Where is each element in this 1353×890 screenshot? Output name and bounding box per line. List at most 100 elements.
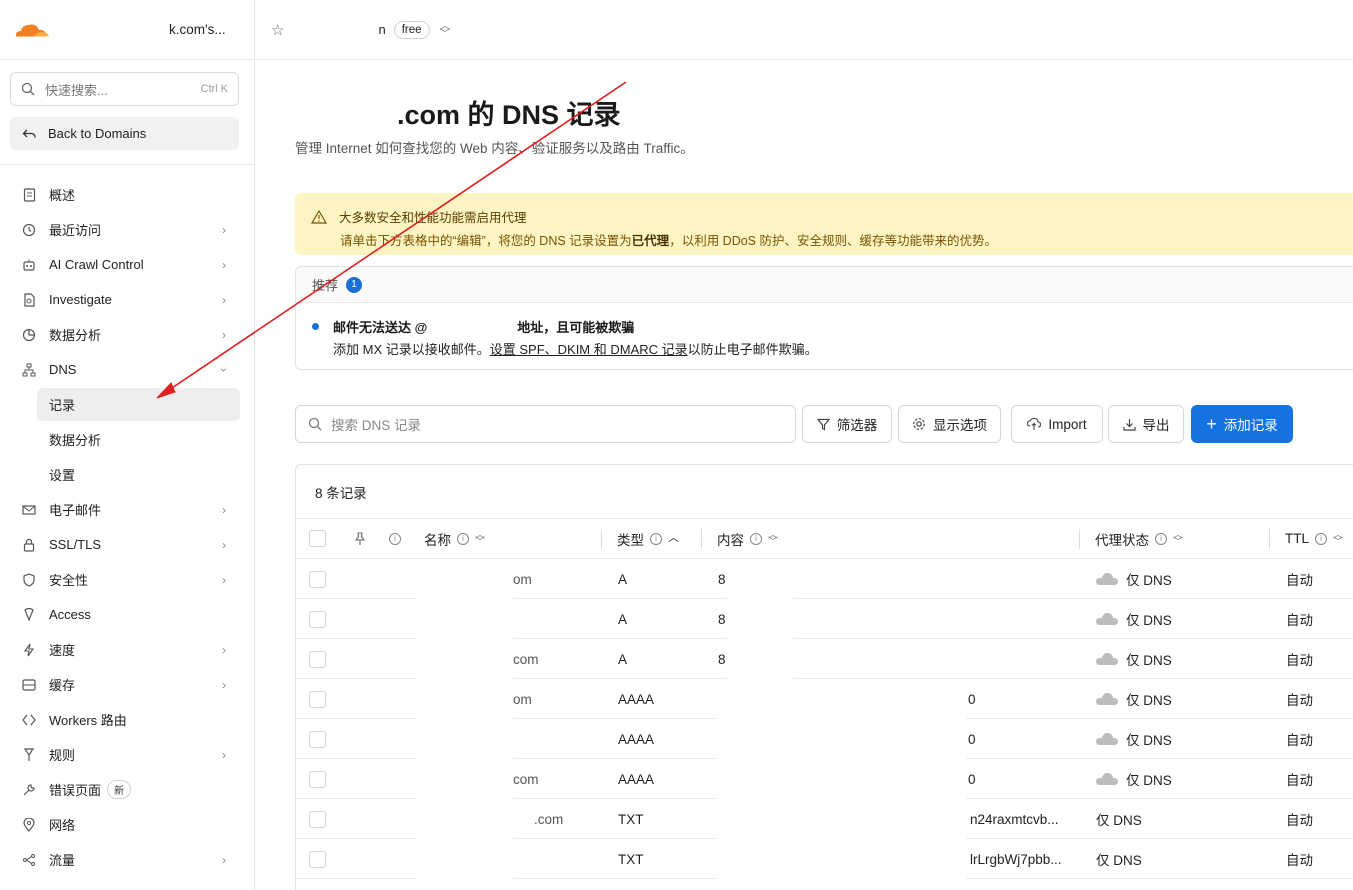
- column-header-ttl[interactable]: TTL i ︿ ﹀: [1285, 530, 1343, 547]
- page-subtitle: 管理 Internet 如何查找您的 Web 内容、验证服务以及路由 Traff…: [295, 141, 694, 156]
- sidebar-subitem-label: 设置: [49, 468, 76, 483]
- record-content[interactable]: 8: [718, 639, 726, 679]
- sidebar-item-label: DNS: [49, 362, 77, 377]
- recommendation-desc-text: 添加 MX 记录以接收邮件。: [333, 342, 490, 357]
- column-separator: [1269, 529, 1270, 549]
- name-redaction: [417, 559, 513, 879]
- sort-icon: ︿ ﹀: [475, 529, 485, 548]
- sidebar-item-label: 安全性: [49, 573, 89, 588]
- sidebar-item-recent[interactable]: 最近访问 ›: [0, 212, 254, 247]
- recommendation-text: 地址，且可能被欺骗: [517, 320, 635, 335]
- record-ttl: 自动: [1286, 853, 1313, 868]
- sidebar-item-ssl[interactable]: SSL/TLS ›: [0, 527, 254, 562]
- record-content[interactable]: n24raxmtcvb...: [970, 799, 1059, 839]
- row-checkbox[interactable]: [309, 639, 326, 679]
- record-content[interactable]: lrLrgbWj7pbb...: [970, 839, 1062, 879]
- sidebar-subitem-settings[interactable]: 设置: [0, 457, 254, 492]
- sidebar-item-security[interactable]: 安全性 ›: [0, 562, 254, 597]
- robot-icon: [21, 257, 37, 273]
- info-icon: i: [1155, 532, 1167, 545]
- sidebar-item-investigate[interactable]: Investigate ›: [0, 282, 254, 317]
- pin-icon[interactable]: [353, 531, 367, 546]
- column-header-type[interactable]: 类型 i ︿: [617, 529, 679, 549]
- sidebar-item-analytics[interactable]: 数据分析 ›: [0, 317, 254, 352]
- record-type: AAAA: [618, 771, 655, 787]
- sidebar-item-traffic[interactable]: 流量 ›: [0, 842, 254, 877]
- row-checkbox[interactable]: [309, 679, 326, 719]
- sidebar-item-error-pages[interactable]: 错误页面 新: [0, 772, 254, 807]
- sidebar-subitem-records[interactable]: 记录: [37, 388, 240, 421]
- sidebar-item-access[interactable]: Access: [0, 597, 254, 632]
- record-ttl: 自动: [1286, 653, 1313, 668]
- record-name[interactable]: com: [513, 639, 539, 679]
- sidebar-item-overview[interactable]: 概述: [0, 177, 254, 212]
- lightning-icon: [21, 642, 37, 658]
- star-icon[interactable]: ☆: [271, 21, 284, 39]
- proxy-status: 仅 DNS: [1096, 639, 1172, 679]
- row-checkbox[interactable]: [309, 719, 326, 759]
- dns-search-input[interactable]: 搜索 DNS 记录: [295, 405, 796, 443]
- record-name[interactable]: om: [513, 679, 532, 719]
- proxy-status-label: 仅 DNS: [1096, 853, 1142, 868]
- sidebar-item-email[interactable]: 电子邮件 ›: [0, 492, 254, 527]
- row-checkbox[interactable]: [309, 799, 326, 839]
- record-name[interactable]: com: [513, 759, 539, 799]
- sidebar-subitem-analytics[interactable]: 数据分析: [0, 422, 254, 457]
- export-button[interactable]: 导出: [1108, 405, 1184, 443]
- sidebar-item-label: SSL/TLS: [49, 537, 102, 552]
- sidebar: k.com's... 快速搜索... Ctrl K Back to Domain…: [0, 0, 255, 890]
- row-checkbox[interactable]: [309, 759, 326, 799]
- sidebar-item-dns[interactable]: DNS ›: [0, 352, 254, 387]
- filter-button[interactable]: 筛选器: [802, 405, 892, 443]
- record-content[interactable]: 0: [968, 719, 976, 759]
- add-record-button[interactable]: + 添加记录: [1191, 405, 1293, 443]
- info-icon: i: [750, 532, 762, 545]
- sidebar-item-ai-crawl[interactable]: AI Crawl Control ›: [0, 247, 254, 282]
- recommendations-header[interactable]: 推荐 1: [296, 267, 1353, 303]
- column-header-label: 代理状态: [1095, 532, 1149, 548]
- quick-search-input[interactable]: 快速搜索... Ctrl K: [10, 72, 239, 106]
- bullet-dot: [312, 323, 319, 330]
- record-content[interactable]: 0: [968, 759, 976, 799]
- row-checkbox[interactable]: [309, 839, 326, 879]
- network-icon: [21, 362, 37, 378]
- record-name[interactable]: om: [513, 559, 532, 599]
- record-name[interactable]: .com: [534, 799, 563, 839]
- sidebar-item-rules[interactable]: 规则 ›: [0, 737, 254, 772]
- lock-icon: [21, 537, 37, 553]
- filter-label: 筛选器: [836, 418, 878, 433]
- wrench-icon: [21, 782, 37, 798]
- sidebar-item-network[interactable]: 网络: [0, 807, 254, 842]
- column-header-name[interactable]: 名称 i ︿ ﹀: [424, 529, 485, 549]
- select-all-checkbox[interactable]: [309, 530, 326, 547]
- chevron-right-icon: ›: [222, 327, 226, 342]
- dns-records-table: 8 条记录 i 名称 i ︿ ﹀ 类型 i ︿ 内容 i ︿ ﹀ 代理状态 i ︿ ﹀ TTL i ︿ ﹀ …: [295, 464, 1353, 890]
- cloud-icon: [1096, 693, 1118, 705]
- row-checkbox[interactable]: [309, 599, 326, 639]
- sidebar-item-workers-routes[interactable]: Workers 路由: [0, 702, 254, 737]
- zone-name[interactable]: n: [378, 22, 385, 37]
- recommendations-title: 推荐: [312, 278, 339, 293]
- document-icon: [21, 187, 37, 203]
- row-checkbox[interactable]: [309, 559, 326, 599]
- table-header: i 名称 i ︿ ﹀ 类型 i ︿ 内容 i ︿ ﹀ 代理状态 i ︿ ﹀ TTL i ︿ ﹀: [296, 519, 1353, 559]
- account-header[interactable]: k.com's...: [0, 0, 254, 60]
- sidebar-item-label: 网络: [49, 818, 76, 833]
- history-icon: [21, 222, 37, 238]
- column-header-content[interactable]: 内容 i ︿ ﹀: [717, 529, 778, 549]
- search-icon: [21, 82, 35, 96]
- record-content[interactable]: 8: [718, 599, 726, 639]
- warning-title: 大多数安全和性能功能需启用代理: [339, 211, 527, 225]
- record-content[interactable]: 8: [718, 559, 726, 599]
- sidebar-item-cache[interactable]: 缓存 ›: [0, 667, 254, 702]
- record-content[interactable]: 0: [968, 679, 976, 719]
- display-options-button[interactable]: 显示选项: [898, 405, 1001, 443]
- chevron-right-icon: ›: [222, 257, 226, 272]
- back-to-domains-button[interactable]: Back to Domains: [10, 117, 239, 150]
- zone-switch-icon[interactable]: ︿ ﹀: [440, 20, 451, 39]
- import-button[interactable]: Import: [1011, 405, 1103, 443]
- spf-dkim-dmarc-link[interactable]: 设置 SPF、DKIM 和 DMARC 记录: [490, 342, 688, 357]
- sidebar-item-speed[interactable]: 速度 ›: [0, 632, 254, 667]
- column-header-proxy[interactable]: 代理状态 i ︿ ﹀: [1095, 529, 1183, 549]
- sort-icon: ︿ ﹀: [768, 529, 778, 548]
